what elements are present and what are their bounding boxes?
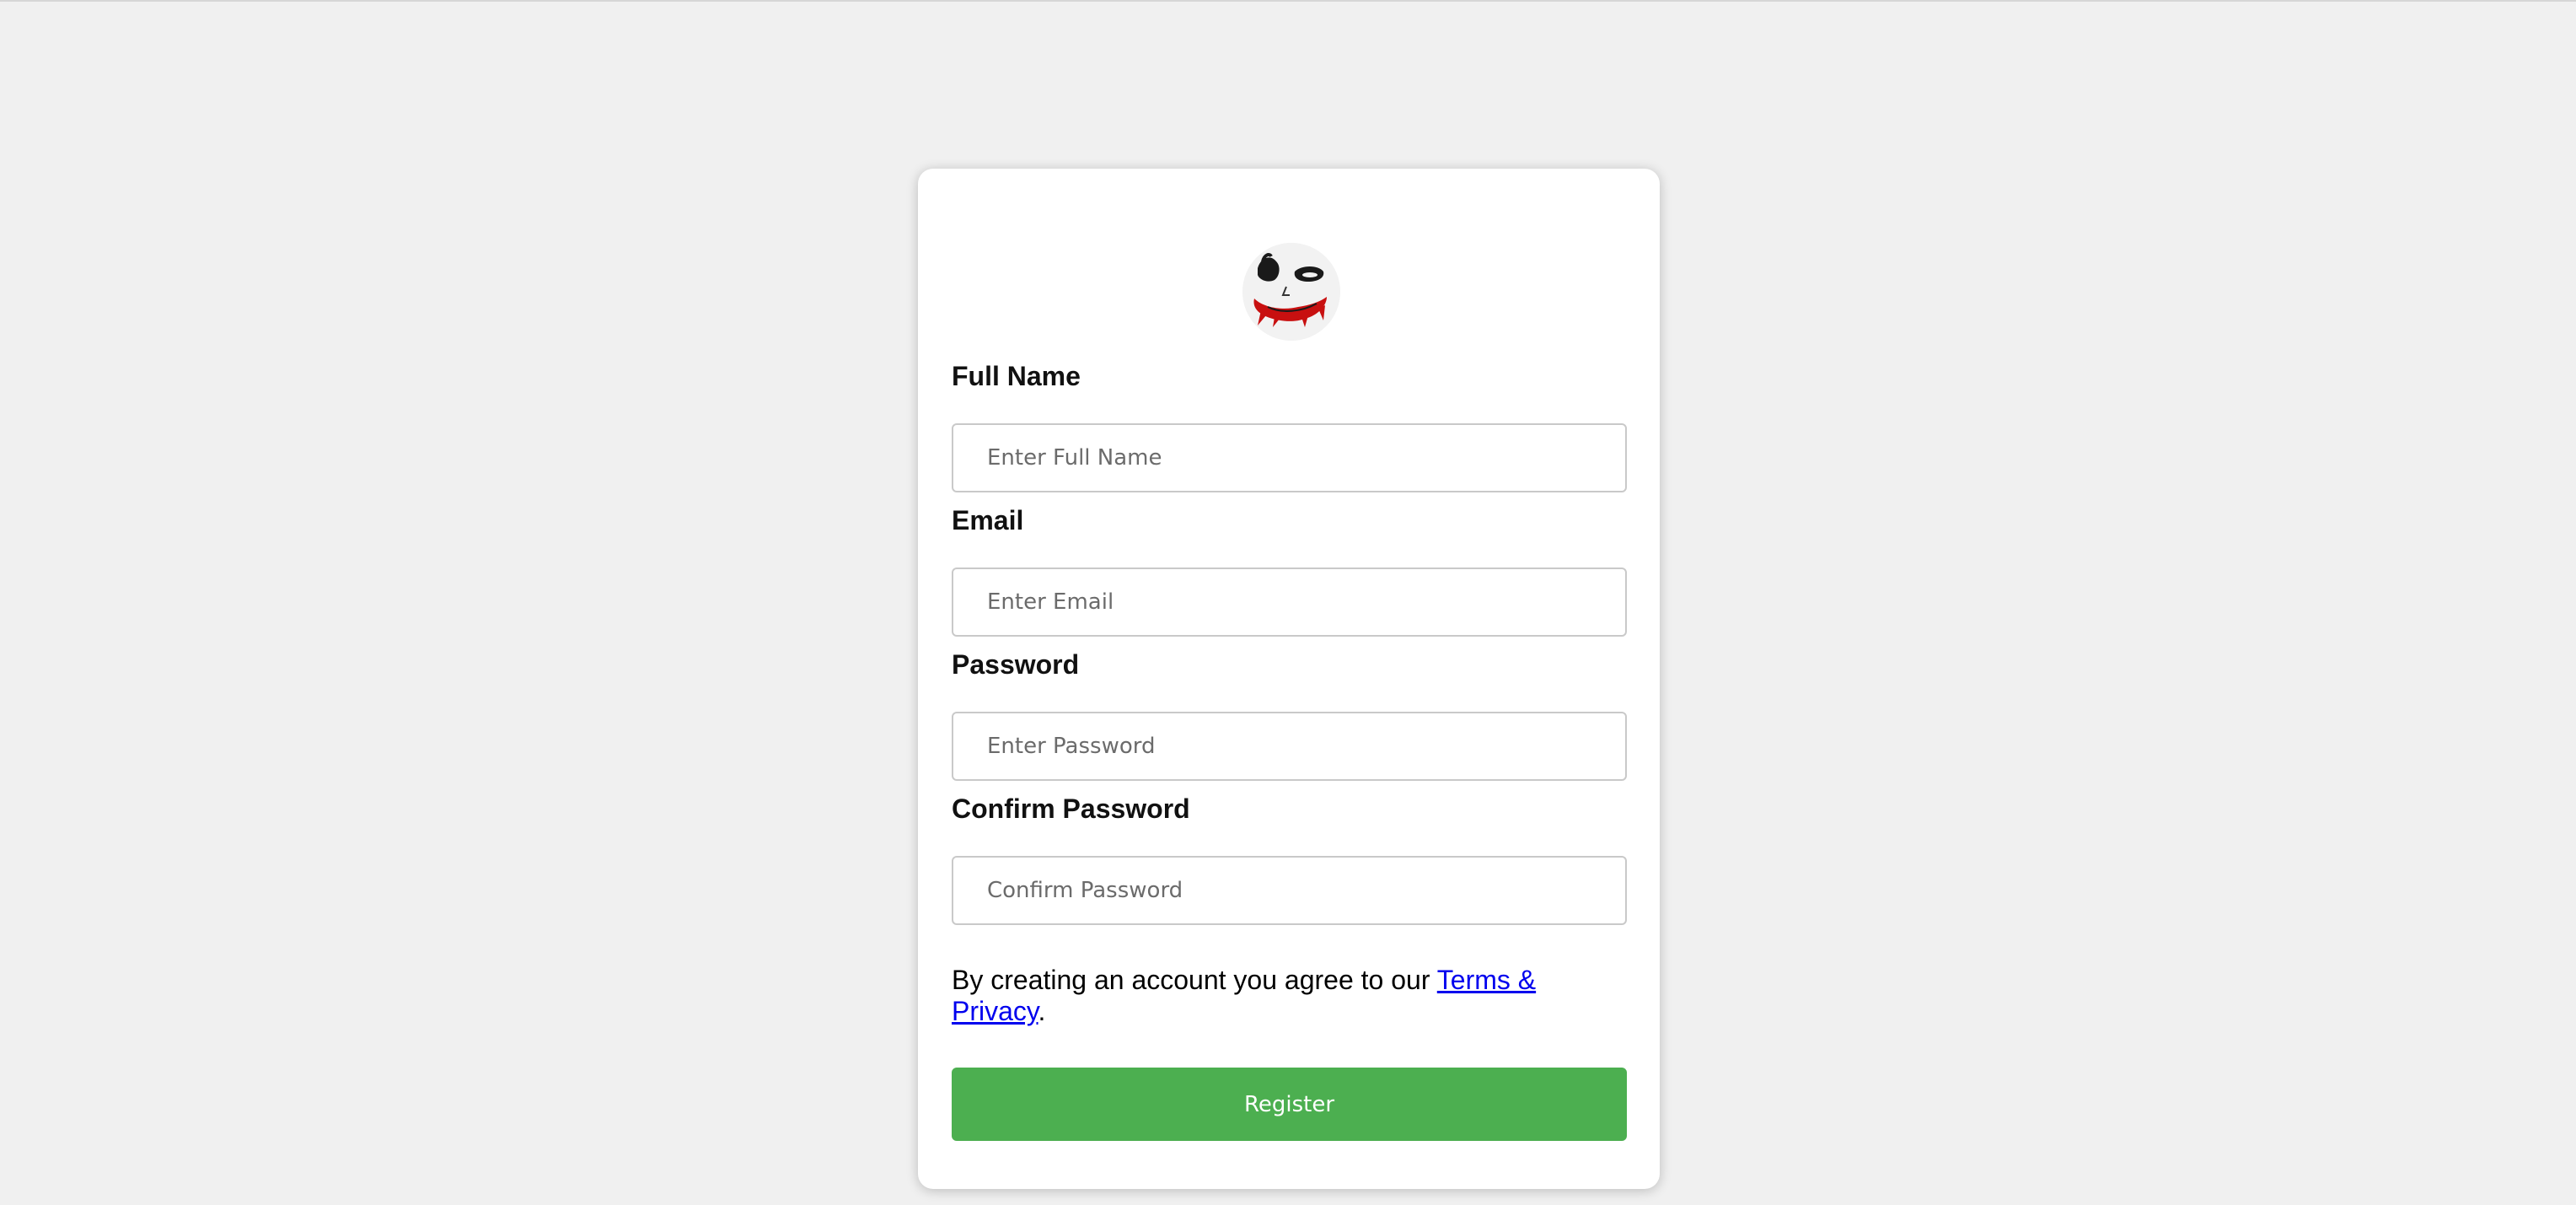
password-label: Password [952,649,1080,680]
confirm-password-label: Confirm Password [952,793,1190,824]
email-label: Email [952,505,1024,535]
password-input[interactable] [952,712,1627,781]
email-input[interactable] [952,568,1627,637]
full-name-input[interactable] [952,423,1627,492]
terms-period: . [1038,996,1046,1026]
terms-text: By creating an account you agree to our [952,965,1437,995]
confirm-password-input[interactable] [952,856,1627,925]
terms-notice: By creating an account you agree to our … [952,965,1627,1027]
joker-face-icon [1242,243,1340,341]
register-button[interactable]: Register [952,1068,1627,1141]
full-name-label: Full Name [952,361,1081,391]
register-card: Full Name Email Password Confirm Passwor… [918,169,1660,1189]
